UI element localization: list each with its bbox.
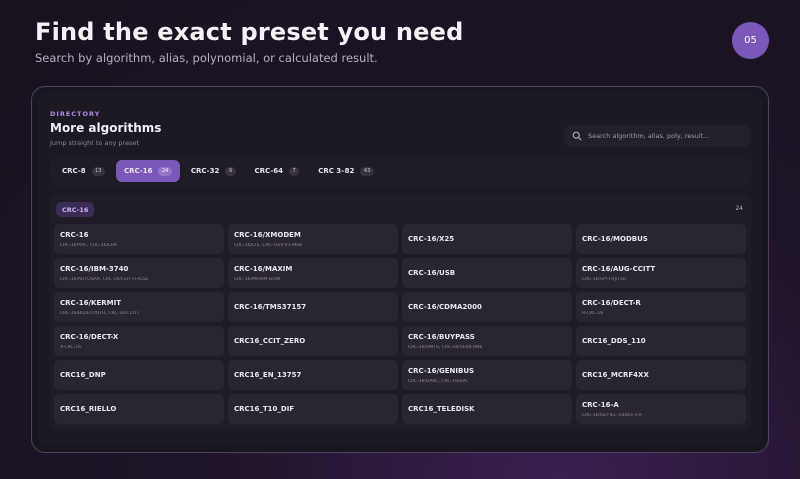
algorithm-aliases: CRC-16/MAXIM-DOW [234,276,281,282]
algorithm-name: CRC-16/IBM-3740 [60,264,129,273]
algorithm-card[interactable]: CRC16_RIELLO [54,394,224,424]
page-title: Find the exact preset you need [35,18,464,46]
algorithm-card[interactable]: CRC-16/BUYPASS CRC-16/UMTS, CRC-16/VERIFO… [402,326,572,356]
algorithm-card[interactable]: CRC-16/USB [402,258,572,288]
algorithm-card[interactable]: CRC-16/MODBUS [576,224,746,254]
algorithm-aliases: X-CRC-16 [60,344,82,350]
algorithm-name: CRC-16 [60,230,89,239]
tab-label: CRC 3–82 [318,167,355,175]
algorithm-name: CRC-16/GENIBUS [408,366,475,375]
search-icon [572,131,582,141]
algorithm-card[interactable]: CRC-16/DECT-R R-CRC-16 [576,292,746,322]
tab-count-badge: 13 [91,166,105,176]
tab-label: CRC-64 [254,167,283,175]
algorithm-name: CRC-16/XMODEM [234,230,301,239]
algorithm-name: CRC16_RIELLO [60,405,117,413]
algorithm-name: CRC-16/MODBUS [582,235,648,243]
directory-panel: DIRECTORY More algorithms Jump straight … [31,86,769,453]
algorithm-name: CRC16_EN_13757 [234,371,302,379]
algorithm-name: CRC-16/AUG-CCITT [582,264,656,273]
algorithm-name: CRC16_DNP [60,371,106,379]
algorithm-group: CRC-16 24 CRC-16 CRC-16/ARC, CRC-16/LHA CR… [50,194,751,430]
algorithm-name: CRC16_T10_DIF [234,405,295,413]
algorithm-name: CRC-16/X25 [408,235,455,243]
panel-subtitle: Jump straight to any preset [50,139,140,147]
algorithm-card[interactable]: CRC-16 CRC-16/ARC, CRC-16/LHA [54,224,224,254]
algorithm-name: CRC-16/CDMA2000 [408,303,482,311]
algorithm-name: CRC-16/BUYPASS [408,332,475,341]
algorithm-card[interactable]: CRC16_TELEDISK [402,394,572,424]
group-label: CRC-16 [56,202,95,217]
algorithm-aliases: CRC-16/SPI-FUJITSU [582,276,627,282]
tab-crc-16[interactable]: CRC-16 24 [115,160,180,182]
tab-count-badge: 43 [360,166,374,176]
algorithm-name: CRC16_DDS_110 [582,337,646,345]
page-subtitle: Search by algorithm, alias, polynomial, … [35,51,378,65]
algorithm-name: CRC-16/DECT-X [60,332,119,341]
search-input[interactable] [588,132,748,140]
algorithm-aliases: CRC-16/BLUETOOTH, CRC-16/CCITT [60,310,140,316]
algorithm-name: CRC-16/MAXIM [234,264,293,273]
algorithm-name: CRC16_TELEDISK [408,405,475,413]
algorithm-card[interactable]: CRC16_DDS_110 [576,326,746,356]
tab-crc-64[interactable]: CRC-64 7 [247,160,308,182]
algorithm-card[interactable]: CRC-16/XMODEM CRC-16/LTE, CRC-16/V-41-MSB [228,224,398,254]
tab-crc-8[interactable]: CRC-8 13 [54,160,113,182]
step-badge: 05 [732,22,769,59]
algorithm-name: CRC-16/DECT-R [582,298,641,307]
algorithm-card[interactable]: CRC-16/GENIBUS CRC-16/DARC, CRC-16/EPC [402,360,572,390]
algorithm-name: CRC-16-A [582,400,619,409]
algorithm-card[interactable]: CRC16_MCRF4XX [576,360,746,390]
algorithm-aliases: CRC-16/ISO-IEC-14443-3-A [582,412,642,418]
algorithm-card[interactable]: CRC-16/CDMA2000 [402,292,572,322]
algorithm-aliases: CRC-16/ARC, CRC-16/LHA [60,242,118,248]
tab-count-badge: 9 [225,166,236,176]
algorithm-name: CRC16_MCRF4XX [582,371,649,379]
tab-crc-3-82[interactable]: CRC 3–82 43 [310,160,382,182]
family-tabs: CRC-8 13 CRC-16 24 CRC-32 9 CRC-64 7 CRC 3–82 43 [50,156,751,186]
panel-title: More algorithms [50,121,162,135]
algorithm-card[interactable]: CRC-16/MAXIM CRC-16/MAXIM-DOW [228,258,398,288]
algorithm-aliases: CRC-16/LTE, CRC-16/V-41-MSB [234,242,303,248]
algorithm-name: CRC16_CCIT_ZERO [234,337,306,345]
algorithm-name: CRC-16/USB [408,269,456,277]
algorithm-card[interactable]: CRC-16/IBM-3740 CRC-16/AUTOSAR, CRC-16/CC… [54,258,224,288]
algorithm-card[interactable]: CRC16_DNP [54,360,224,390]
algorithm-name: CRC-16/TMS37157 [234,303,307,311]
algorithm-aliases: CRC-16/DARC, CRC-16/EPC [408,378,469,384]
algorithm-aliases: CRC-16/AUTOSAR, CRC-16/CCITT-FALSE [60,276,149,282]
tab-crc-32[interactable]: CRC-32 9 [183,160,244,182]
tab-count-badge: 24 [158,166,172,176]
algorithm-card[interactable]: CRC16_T10_DIF [228,394,398,424]
algorithm-card[interactable]: CRC-16/TMS37157 [228,292,398,322]
tab-label: CRC-16 [123,167,153,175]
algorithm-card[interactable]: CRC16_EN_13757 [228,360,398,390]
group-count: 24 [735,205,743,212]
algorithm-aliases: CRC-16/UMTS, CRC-16/VERIFONE [408,344,483,350]
algorithm-card[interactable]: CRC16_CCIT_ZERO [228,326,398,356]
tab-label: CRC-8 [62,167,86,175]
algorithm-aliases: R-CRC-16 [582,310,604,316]
tab-count-badge: 7 [289,166,300,176]
algorithm-card[interactable]: CRC-16-A CRC-16/ISO-IEC-14443-3-A [576,394,746,424]
algorithm-card[interactable]: CRC-16/KERMIT CRC-16/BLUETOOTH, CRC-16/CC… [54,292,224,322]
search-box[interactable] [564,125,751,147]
algorithm-name: CRC-16/KERMIT [60,298,121,307]
algorithm-grid: CRC-16 CRC-16/ARC, CRC-16/LHA CRC-16/XMODE… [54,224,747,424]
algorithm-card[interactable]: CRC-16/AUG-CCITT CRC-16/SPI-FUJITSU [576,258,746,288]
section-label: DIRECTORY [50,110,101,118]
algorithm-card[interactable]: CRC-16/DECT-X X-CRC-16 [54,326,224,356]
algorithm-card[interactable]: CRC-16/X25 [402,224,572,254]
directory-inner: DIRECTORY More algorithms Jump straight … [38,93,762,446]
tab-label: CRC-32 [190,167,220,175]
